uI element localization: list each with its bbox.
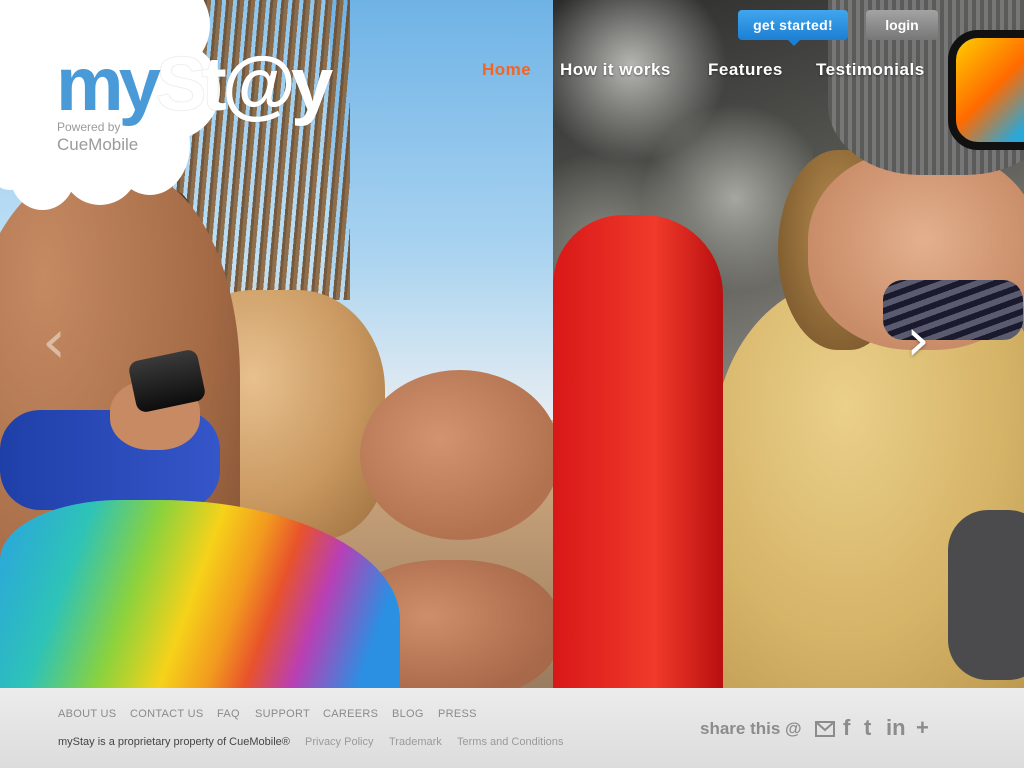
copyright-text: myStay is a proprietary property of CueM… <box>58 736 290 748</box>
login-button[interactable]: login <box>866 10 938 40</box>
trademark-link[interactable]: Trademark <box>389 736 442 748</box>
footer: ABOUT US CONTACT US FAQ SUPPORT CAREERS … <box>0 688 1024 768</box>
footer-link-faq[interactable]: FAQ <box>217 708 240 720</box>
company-name: CueMobile <box>57 135 139 154</box>
privacy-policy-link[interactable]: Privacy Policy <box>305 736 373 748</box>
facebook-icon[interactable]: f <box>843 716 850 740</box>
nav-home[interactable]: Home <box>482 60 531 80</box>
footer-link-press[interactable]: PRESS <box>438 708 477 720</box>
footer-link-blog[interactable]: BLOG <box>392 708 424 720</box>
nav-how-it-works[interactable]: How it works <box>560 60 671 80</box>
get-started-button[interactable]: get started! <box>738 10 848 46</box>
footer-link-support[interactable]: SUPPORT <box>255 708 310 720</box>
nav-features[interactable]: Features <box>708 60 783 80</box>
linkedin-icon[interactable]: in <box>886 716 906 740</box>
twitter-icon[interactable]: t <box>864 716 871 740</box>
logo-wordmark: mySt@y <box>56 42 333 127</box>
nav-testimonials[interactable]: Testimonials <box>816 60 925 80</box>
terms-link[interactable]: Terms and Conditions <box>457 736 563 748</box>
chevron-right-icon[interactable]: › <box>906 310 930 370</box>
footer-link-contact-us[interactable]: CONTACT US <box>130 708 204 720</box>
plus-icon[interactable]: + <box>916 716 929 740</box>
footer-link-about-us[interactable]: ABOUT US <box>58 708 116 720</box>
email-icon[interactable] <box>815 718 835 742</box>
powered-by-label: Powered by <box>57 120 121 134</box>
footer-link-careers[interactable]: CAREERS <box>323 708 378 720</box>
chevron-left-icon[interactable]: ‹ <box>42 312 66 372</box>
share-label: share this @ <box>700 719 802 738</box>
hero-photo-snowboarder <box>553 0 1024 688</box>
logo-cloud[interactable]: mySt@y Powered by CueMobile <box>0 0 333 220</box>
